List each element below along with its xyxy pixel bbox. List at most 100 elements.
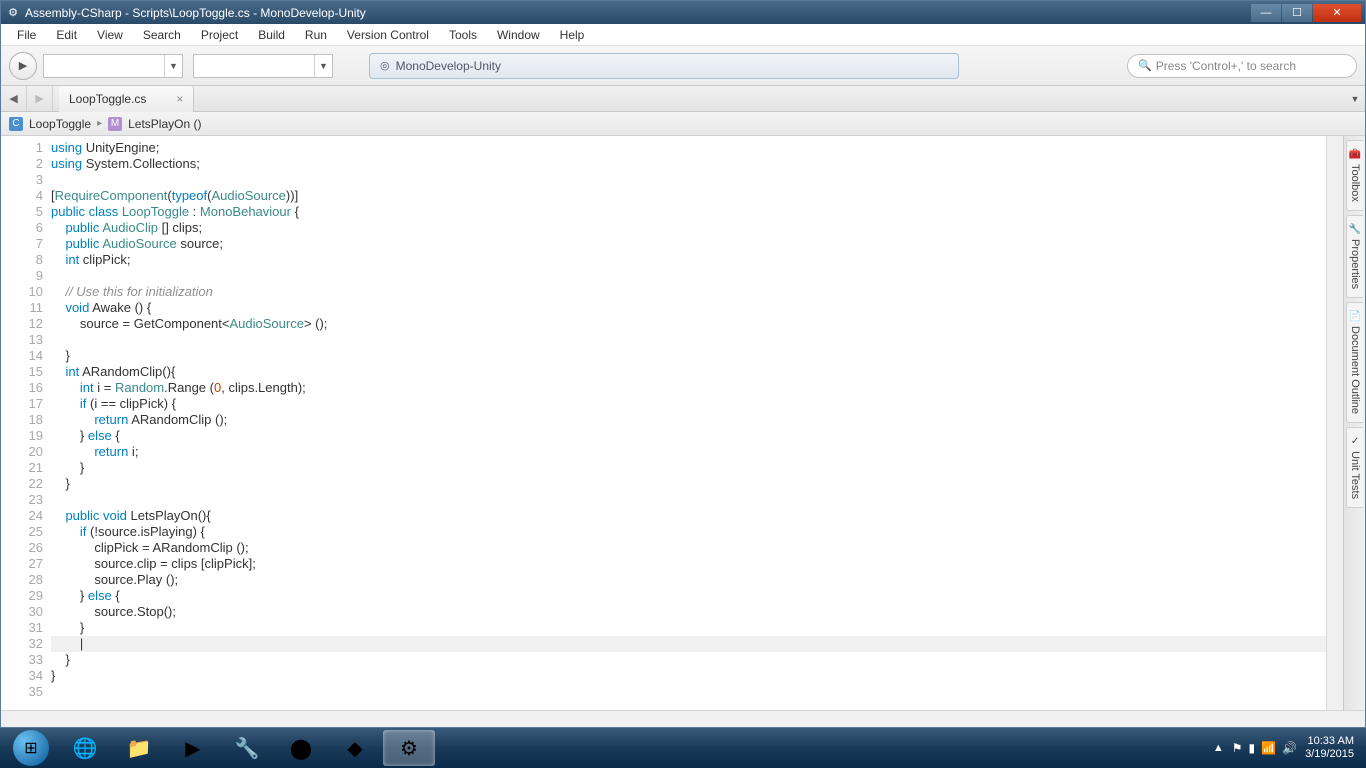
- side-tab-icon: 🔧: [1349, 224, 1361, 235]
- clock[interactable]: 10:33 AM 3/19/2015: [1305, 735, 1354, 761]
- horizontal-scrollbar[interactable]: [1, 710, 1365, 727]
- code-line[interactable]: if (!source.isPlaying) {: [51, 524, 1326, 540]
- menu-tools[interactable]: Tools: [439, 26, 487, 44]
- menu-project[interactable]: Project: [191, 26, 248, 44]
- code-line[interactable]: public class LoopToggle : MonoBehaviour …: [51, 204, 1326, 220]
- code-line[interactable]: [51, 268, 1326, 284]
- menu-view[interactable]: View: [87, 26, 133, 44]
- side-tab-document-outline[interactable]: 📄Document Outline: [1346, 302, 1363, 423]
- menu-run[interactable]: Run: [295, 26, 337, 44]
- clock-time: 10:33 AM: [1305, 735, 1354, 748]
- code-line[interactable]: }: [51, 460, 1326, 476]
- code-line[interactable]: } else {: [51, 588, 1326, 604]
- side-tab-properties[interactable]: 🔧 Properties: [1346, 215, 1363, 298]
- code-line[interactable]: int ARandomClip(){: [51, 364, 1326, 380]
- global-search[interactable]: 🔍 Press 'Control+,' to search: [1127, 54, 1357, 78]
- titlebar[interactable]: ⚙ Assembly-CSharp - Scripts\LoopToggle.c…: [1, 1, 1365, 24]
- side-tab-toolbox[interactable]: 🧰 Toolbox: [1346, 140, 1363, 211]
- code-line[interactable]: source.clip = clips [clipPick];: [51, 556, 1326, 572]
- code-line[interactable]: return ARandomClip ();: [51, 412, 1326, 428]
- taskbar-app1[interactable]: 🔧: [221, 730, 273, 766]
- side-tab-label: Toolbox: [1349, 164, 1361, 202]
- tray-chevron-icon[interactable]: ▲: [1213, 742, 1224, 754]
- side-tab-label: Properties: [1349, 239, 1361, 289]
- code-line[interactable]: source.Play ();: [51, 572, 1326, 588]
- taskbar-media[interactable]: ▶: [167, 730, 219, 766]
- code-line[interactable]: }: [51, 620, 1326, 636]
- target-combo[interactable]: ▼: [43, 54, 183, 78]
- device-target[interactable]: ◎ MonoDevelop-Unity: [369, 53, 959, 79]
- menu-version-control[interactable]: Version Control: [337, 26, 439, 44]
- code-line[interactable]: using System.Collections;: [51, 156, 1326, 172]
- taskbar[interactable]: ⊞ 🌐 📁 ▶ 🔧 ⬤ ◆ ⚙ ▲ ⚑ ▮ 📶 🔊 10:33 AM 3/19/…: [0, 728, 1366, 768]
- code-line[interactable]: } else {: [51, 428, 1326, 444]
- chevron-down-icon: ▼: [164, 55, 182, 77]
- taskbar-monodevelop[interactable]: ⚙: [383, 730, 435, 766]
- target-icon: ◎: [380, 59, 390, 72]
- battery-icon[interactable]: ▮: [1249, 741, 1256, 755]
- code-line[interactable]: |: [51, 636, 1326, 652]
- code-line[interactable]: }: [51, 652, 1326, 668]
- code-line[interactable]: [51, 172, 1326, 188]
- code-line[interactable]: void Awake () {: [51, 300, 1326, 316]
- code-line[interactable]: public AudioSource source;: [51, 236, 1326, 252]
- code-line[interactable]: if (i == clipPick) {: [51, 396, 1326, 412]
- code-line[interactable]: int clipPick;: [51, 252, 1326, 268]
- taskbar-unity[interactable]: ◆: [329, 730, 381, 766]
- code-line[interactable]: [RequireComponent(typeof(AudioSource))]: [51, 188, 1326, 204]
- code-line[interactable]: [51, 684, 1326, 700]
- breadcrumb-method[interactable]: LetsPlayOn (): [128, 117, 201, 131]
- taskbar-chrome[interactable]: ⬤: [275, 730, 327, 766]
- flag-icon[interactable]: ⚑: [1232, 741, 1243, 755]
- code-line[interactable]: source = GetComponent<AudioSource> ();: [51, 316, 1326, 332]
- nav-forward-button[interactable]: ▶: [27, 86, 53, 111]
- code-line[interactable]: public AudioClip [] clips;: [51, 220, 1326, 236]
- network-icon[interactable]: 📶: [1261, 741, 1276, 755]
- code-line[interactable]: clipPick = ARandomClip ();: [51, 540, 1326, 556]
- breadcrumb: C LoopToggle ▸ M LetsPlayOn (): [1, 112, 1365, 136]
- start-button[interactable]: ⊞: [4, 728, 58, 768]
- clock-date: 3/19/2015: [1305, 748, 1354, 761]
- menu-file[interactable]: File: [7, 26, 46, 44]
- side-tab-icon: ✓: [1351, 436, 1359, 447]
- code-line[interactable]: return i;: [51, 444, 1326, 460]
- tab-close-icon[interactable]: ×: [176, 92, 183, 106]
- tab-navigation: ◀ ▶ LoopToggle.cs × ▼: [1, 86, 1365, 112]
- menu-edit[interactable]: Edit: [46, 26, 87, 44]
- menu-help[interactable]: Help: [550, 26, 595, 44]
- volume-icon[interactable]: 🔊: [1282, 741, 1297, 755]
- chevron-right-icon: ▸: [97, 118, 102, 129]
- menu-search[interactable]: Search: [133, 26, 191, 44]
- taskbar-ie[interactable]: 🌐: [59, 730, 111, 766]
- run-button[interactable]: ▶: [9, 52, 37, 80]
- code-line[interactable]: }: [51, 348, 1326, 364]
- vertical-scrollbar[interactable]: [1326, 136, 1343, 710]
- side-tab-label: Unit Tests: [1349, 451, 1361, 499]
- close-button[interactable]: ✕: [1313, 4, 1361, 22]
- minimize-button[interactable]: —: [1251, 4, 1281, 22]
- menu-build[interactable]: Build: [248, 26, 295, 44]
- tab-overflow-button[interactable]: ▼: [1345, 86, 1365, 111]
- code-line[interactable]: // Use this for initialization: [51, 284, 1326, 300]
- nav-back-button[interactable]: ◀: [1, 86, 27, 111]
- code-line[interactable]: }: [51, 668, 1326, 684]
- code-line[interactable]: }: [51, 476, 1326, 492]
- menu-window[interactable]: Window: [487, 26, 550, 44]
- code-line[interactable]: source.Stop();: [51, 604, 1326, 620]
- side-tab-unit-tests[interactable]: ✓ Unit Tests: [1346, 427, 1363, 508]
- code-line[interactable]: public void LetsPlayOn(){: [51, 508, 1326, 524]
- code-line[interactable]: using UnityEngine;: [51, 140, 1326, 156]
- breadcrumb-class[interactable]: LoopToggle: [29, 117, 91, 131]
- code-line[interactable]: [51, 332, 1326, 348]
- side-tab-icon: 🧰: [1349, 149, 1361, 160]
- chevron-down-icon: ▼: [314, 55, 332, 77]
- editor-tab[interactable]: LoopToggle.cs ×: [59, 86, 194, 112]
- code-line[interactable]: int i = Random.Range (0, clips.Length);: [51, 380, 1326, 396]
- config-combo[interactable]: ▼: [193, 54, 333, 78]
- code-area[interactable]: using UnityEngine;using System.Collectio…: [51, 136, 1326, 710]
- taskbar-explorer[interactable]: 📁: [113, 730, 165, 766]
- code-line[interactable]: [51, 492, 1326, 508]
- system-tray[interactable]: ▲ ⚑ ▮ 📶 🔊 10:33 AM 3/19/2015: [1213, 735, 1362, 761]
- maximize-button[interactable]: ☐: [1282, 4, 1312, 22]
- code-editor[interactable]: 1234567891011121314151617181920212223242…: [1, 136, 1343, 710]
